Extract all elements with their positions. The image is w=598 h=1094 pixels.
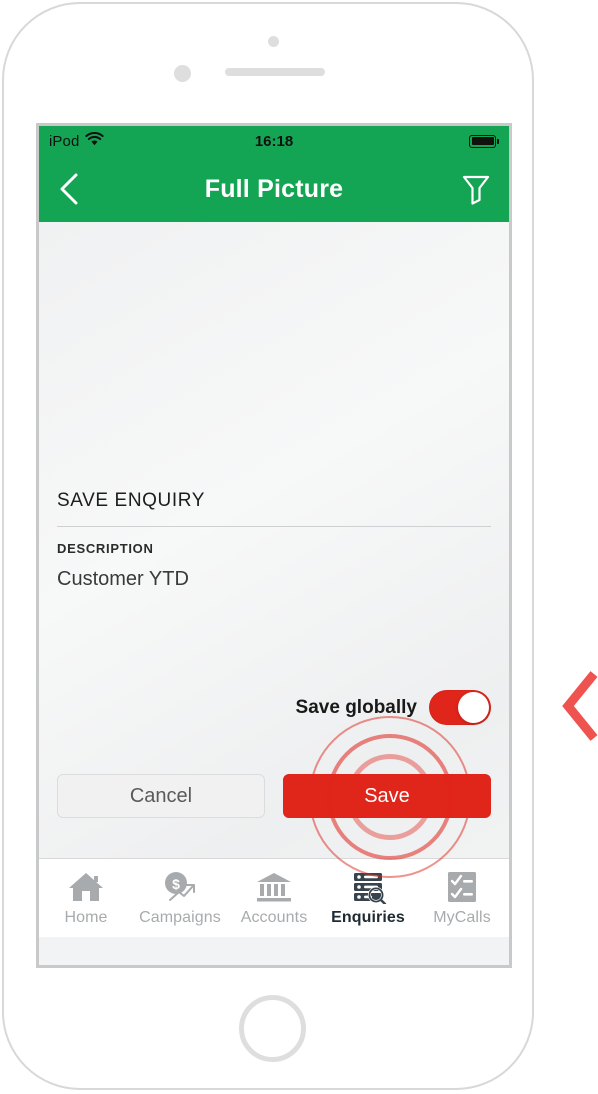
description-field-label: DESCRIPTION bbox=[57, 541, 154, 556]
back-button[interactable] bbox=[57, 172, 81, 206]
campaigns-icon: $ bbox=[160, 869, 200, 905]
tab-accounts[interactable]: Accounts bbox=[227, 869, 321, 927]
save-globally-row: Save globally bbox=[296, 690, 491, 725]
wifi-icon bbox=[85, 131, 105, 151]
status-bar: iPod 16:18 bbox=[39, 126, 509, 156]
tab-enquiries-label: Enquiries bbox=[331, 909, 405, 926]
carrier-label: iPod bbox=[49, 132, 80, 150]
navigation-bar: Full Picture bbox=[39, 156, 509, 222]
annotation-pointer bbox=[560, 666, 598, 746]
tab-campaigns-label: Campaigns bbox=[139, 909, 221, 926]
cancel-button[interactable]: Cancel bbox=[57, 774, 265, 818]
save-enquiry-form: SAVE ENQUIRY DESCRIPTION Customer YTD bbox=[57, 490, 491, 591]
save-button[interactable]: Save bbox=[283, 774, 491, 818]
page-title: Full Picture bbox=[204, 174, 344, 203]
tab-home[interactable]: Home bbox=[39, 869, 133, 927]
home-icon bbox=[66, 869, 106, 905]
tab-mycalls[interactable]: MyCalls bbox=[415, 869, 509, 927]
svg-text:$: $ bbox=[172, 876, 180, 892]
filter-button[interactable] bbox=[461, 173, 491, 205]
tab-campaigns[interactable]: $ Campaigns bbox=[133, 869, 227, 927]
status-bar-left: iPod bbox=[49, 131, 105, 151]
save-globally-toggle[interactable] bbox=[429, 690, 491, 725]
phone-screen: iPod 16:18 Full Picture SAVE ENQUIRY DES… bbox=[36, 123, 512, 968]
earpiece-speaker-icon bbox=[225, 68, 325, 76]
form-action-buttons: Cancel Save bbox=[57, 774, 491, 818]
bottom-tab-bar: Home $ Campaigns Accounts Enquiries MyCa… bbox=[39, 858, 509, 937]
funnel-filter-icon bbox=[462, 175, 490, 205]
status-bar-right bbox=[469, 134, 499, 148]
battery-full-icon bbox=[469, 134, 496, 148]
checklist-icon bbox=[442, 869, 482, 905]
chevron-left-pointer-icon bbox=[562, 671, 598, 741]
home-button[interactable] bbox=[239, 995, 306, 1062]
tab-mycalls-label: MyCalls bbox=[433, 909, 491, 926]
chevron-left-icon bbox=[60, 173, 78, 205]
bank-icon bbox=[254, 869, 294, 905]
proximity-sensor-icon bbox=[268, 36, 279, 47]
toggle-knob bbox=[458, 692, 489, 723]
front-camera-icon bbox=[174, 65, 191, 82]
form-section-title: SAVE ENQUIRY bbox=[57, 490, 491, 527]
tab-accounts-label: Accounts bbox=[240, 909, 308, 926]
screen-content: SAVE ENQUIRY DESCRIPTION Customer YTD Sa… bbox=[39, 222, 509, 937]
status-bar-clock: 16:18 bbox=[254, 132, 294, 150]
tab-enquiries[interactable]: Enquiries bbox=[321, 869, 415, 927]
server-search-icon bbox=[348, 869, 388, 905]
phone-device-frame: iPod 16:18 Full Picture SAVE ENQUIRY DES… bbox=[2, 2, 534, 1090]
tab-home-label: Home bbox=[64, 909, 108, 926]
description-input[interactable]: Customer YTD bbox=[57, 568, 491, 591]
save-globally-label: Save globally bbox=[295, 696, 417, 718]
